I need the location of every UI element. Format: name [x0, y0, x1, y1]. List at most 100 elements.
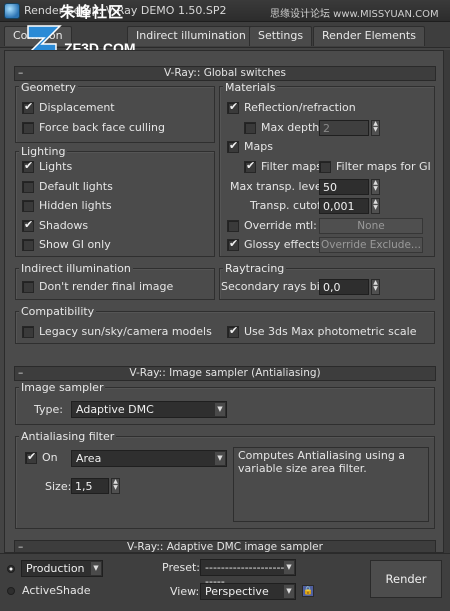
group-antialiasing-filter-title: Antialiasing filter: [19, 430, 117, 443]
lights-checkbox[interactable]: [22, 159, 34, 173]
watermark-right-text: 思缘设计论坛 www.MISSYUAN.COM: [270, 9, 439, 20]
activeshade-label: ActiveShade: [22, 584, 91, 597]
activeshade-radio[interactable]: [7, 587, 15, 595]
max-transp-levels-label: Max transp. levels: [230, 180, 331, 193]
lights-label: Lights: [39, 160, 73, 173]
override-mtl-checkbox[interactable]: [227, 220, 239, 232]
rollout-title: V-Ray:: Adaptive DMC image sampler: [127, 541, 323, 553]
preset-label: Preset:: [162, 561, 201, 574]
production-radio[interactable]: [7, 565, 15, 573]
photometric-scale-checkbox[interactable]: [227, 324, 239, 338]
filter-maps-gi-checkbox[interactable]: [319, 161, 331, 173]
filter-on-checkbox[interactable]: [25, 450, 37, 464]
chevron-down-icon: ▼: [284, 585, 294, 598]
view-value: Perspective: [205, 585, 269, 598]
transp-cutoff-label: Transp. cutoff: [250, 199, 325, 212]
hidden-lights-label: Hidden lights: [39, 199, 112, 212]
chevron-down-icon: ▼: [215, 452, 225, 465]
rollout-image-sampler[interactable]: – V-Ray:: Image sampler (Antialiasing): [14, 366, 436, 381]
chevron-down-icon: ▼: [215, 403, 225, 416]
max-depth-checkbox[interactable]: [244, 122, 256, 134]
tab-indirect-illumination[interactable]: Indirect illumination: [127, 26, 255, 46]
app-icon: [4, 3, 20, 19]
render-button[interactable]: Render: [370, 560, 442, 598]
group-lighting-title: Lighting: [19, 145, 68, 158]
group-geometry-title: Geometry: [19, 81, 78, 94]
sampler-type-value: Adaptive DMC: [76, 403, 154, 416]
override-mtl-label: Override mtl:: [244, 219, 317, 232]
rollout-title: V-Ray:: Global switches: [163, 67, 286, 79]
sampler-type-label: Type:: [34, 403, 63, 416]
chevron-down-icon: ▼: [284, 561, 294, 574]
production-dropdown[interactable]: Production ▼: [21, 560, 103, 577]
legacy-models-checkbox[interactable]: [22, 326, 34, 338]
view-label: View:: [170, 585, 200, 598]
show-gi-only-label: Show GI only: [39, 238, 111, 251]
watermark-text: 朱峰社区: [60, 3, 125, 21]
group-compatibility-title: Compatibility: [19, 305, 97, 318]
filter-maps-checkbox[interactable]: [244, 159, 256, 173]
force-back-face-culling-checkbox[interactable]: [22, 122, 34, 134]
secondary-rays-bias-field[interactable]: 0,0: [319, 279, 369, 295]
max-depth-field[interactable]: 2: [319, 120, 369, 136]
max-transp-levels-spinner[interactable]: ▲ ▼: [371, 179, 380, 195]
group-indirect-illumination-title: Indirect illumination: [19, 262, 133, 275]
dont-render-final-image-label: Don't render final image: [39, 280, 174, 293]
max-depth-spinner[interactable]: ▲ ▼: [371, 120, 380, 136]
tab-settings[interactable]: Settings: [249, 26, 313, 46]
secondary-rays-bias-label: Secondary rays bias: [221, 280, 333, 293]
tab-render-elements[interactable]: Render Elements: [313, 26, 425, 46]
glossy-effects-label: Glossy effects: [244, 238, 321, 251]
force-back-face-culling-label: Force back face culling: [39, 121, 165, 134]
chevron-down-icon: ▼: [91, 562, 101, 575]
hidden-lights-checkbox[interactable]: [22, 200, 34, 212]
reflection-refraction-label: Reflection/refraction: [244, 101, 356, 114]
default-lights-label: Default lights: [39, 180, 113, 193]
lock-icon[interactable]: 🔒: [302, 585, 314, 597]
rollout-adaptive-dmc[interactable]: – V-Ray:: Adaptive DMC image sampler: [14, 540, 436, 553]
group-geometry: [15, 86, 215, 143]
photometric-scale-label: Use 3ds Max photometric scale: [244, 325, 417, 338]
collapse-icon: –: [18, 541, 24, 553]
filter-type-value: Area: [76, 452, 102, 465]
panel-scrollbar[interactable]: [444, 50, 450, 553]
max-depth-label: Max depth: [261, 121, 320, 134]
dont-render-final-image-checkbox[interactable]: [22, 281, 34, 293]
rollout-title: V-Ray:: Image sampler (Antialiasing): [129, 367, 321, 379]
transp-cutoff-spinner[interactable]: ▲ ▼: [371, 198, 380, 214]
collapse-icon: –: [18, 67, 24, 79]
displacement-label: Displacement: [39, 101, 115, 114]
sampler-type-dropdown[interactable]: Adaptive DMC ▼: [71, 401, 227, 418]
filter-maps-label: Filter maps: [261, 160, 322, 173]
filter-size-label: Size:: [45, 480, 72, 493]
filter-size-spinner[interactable]: ▲ ▼: [111, 478, 120, 494]
settings-panel: – V-Ray:: Global switches Geometry Displ…: [4, 50, 444, 553]
collapse-icon: –: [18, 367, 24, 379]
group-materials-title: Materials: [223, 81, 278, 94]
group-image-sampler-title: Image sampler: [19, 381, 106, 394]
default-lights-checkbox[interactable]: [22, 181, 34, 193]
override-exclude-button[interactable]: Override Exclude...: [319, 237, 423, 253]
transp-cutoff-field[interactable]: 0,001: [319, 198, 369, 214]
reflection-refraction-checkbox[interactable]: [227, 100, 239, 114]
maps-label: Maps: [244, 140, 273, 153]
view-dropdown[interactable]: Perspective ▼: [200, 583, 296, 600]
show-gi-only-checkbox[interactable]: [22, 239, 34, 251]
production-value: Production: [26, 562, 85, 575]
legacy-models-label: Legacy sun/sky/camera models: [39, 325, 212, 338]
group-raytracing-title: Raytracing: [223, 262, 287, 275]
filter-type-dropdown[interactable]: Area ▼: [71, 450, 227, 467]
rollout-global-switches[interactable]: – V-Ray:: Global switches: [14, 66, 436, 81]
glossy-effects-checkbox[interactable]: [227, 237, 239, 251]
preset-dropdown[interactable]: -------------------------- ▼: [200, 559, 296, 588]
shadows-label: Shadows: [39, 219, 89, 232]
filter-on-label: On: [42, 451, 58, 464]
maps-checkbox[interactable]: [227, 139, 239, 153]
filter-maps-gi-label: Filter maps for GI: [336, 160, 431, 173]
override-mtl-button[interactable]: None: [319, 218, 423, 234]
max-transp-levels-field[interactable]: 50: [319, 179, 369, 195]
displacement-checkbox[interactable]: [22, 100, 34, 114]
filter-size-field[interactable]: 1,5: [71, 478, 109, 494]
secondary-rays-bias-spinner[interactable]: ▲ ▼: [371, 279, 380, 295]
shadows-checkbox[interactable]: [22, 218, 34, 232]
